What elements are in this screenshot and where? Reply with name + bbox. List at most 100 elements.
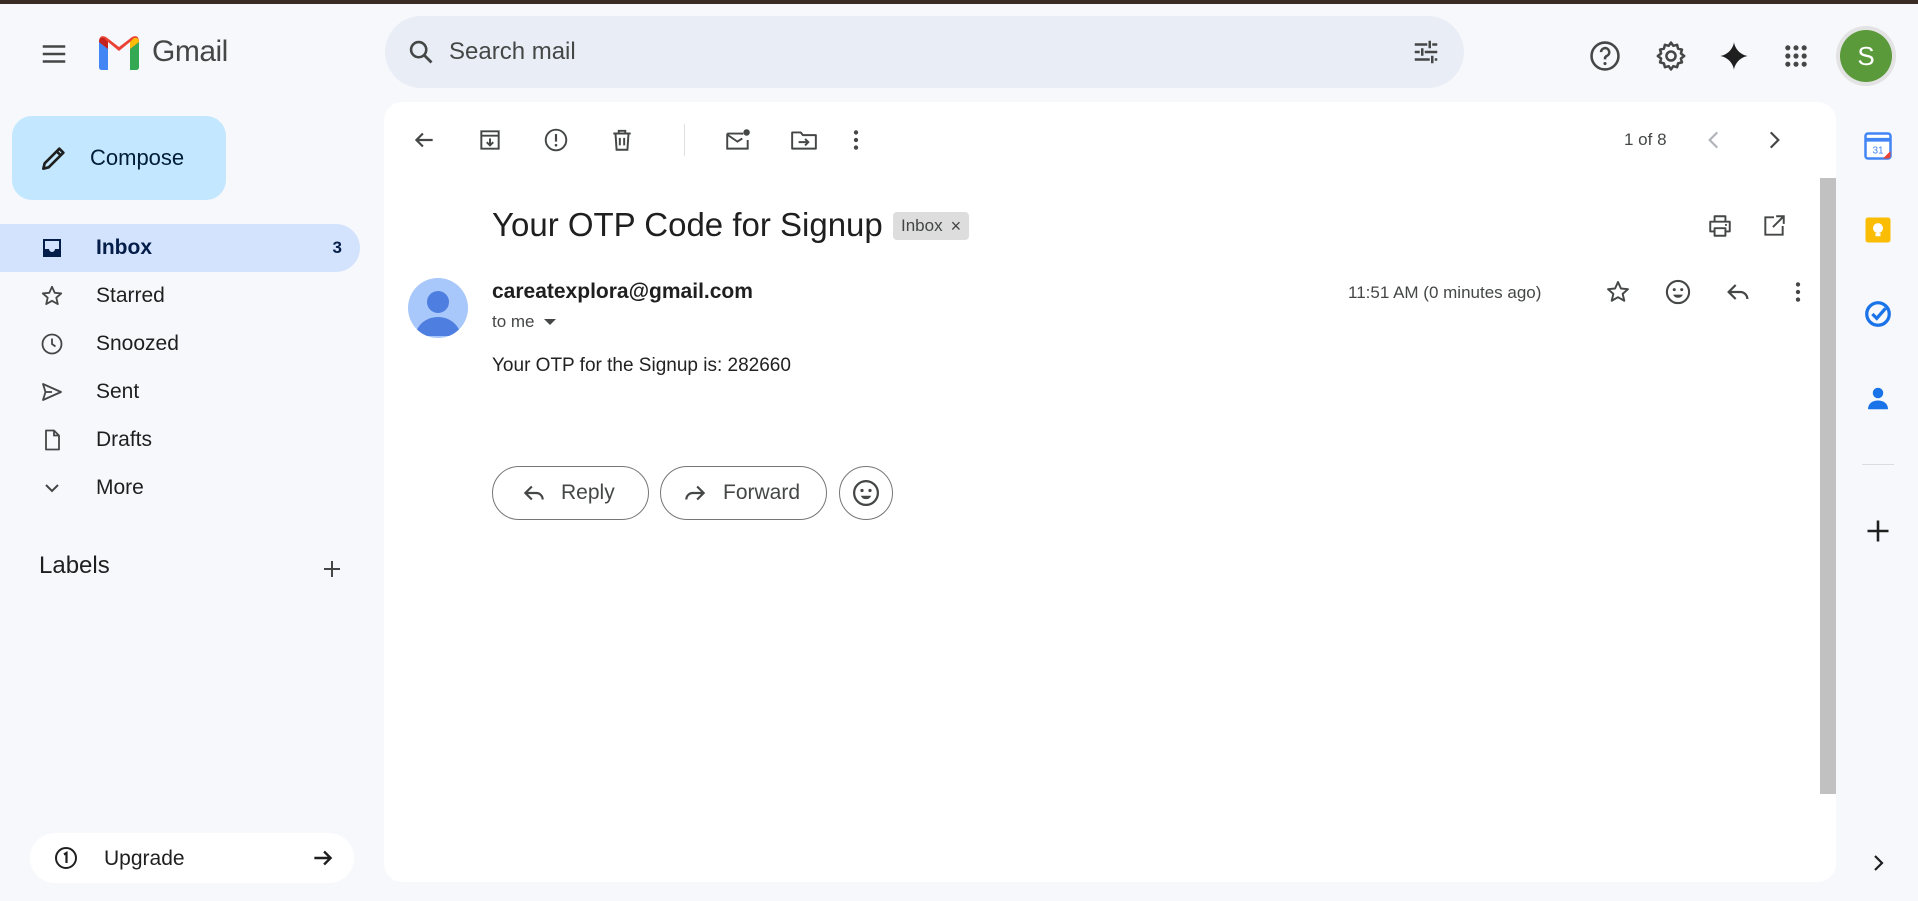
move-to-button[interactable] [780,116,828,164]
message-counter: 1 of 8 [1624,130,1667,149]
sidebar-item-drafts[interactable]: Drafts [0,416,360,464]
email-subject: Your OTP Code for Signup [492,206,883,243]
upgrade-label: Upgrade [104,847,185,870]
star-icon [1607,281,1629,302]
help-icon [1590,41,1620,71]
open-in-new-icon [1764,215,1785,236]
person-icon [415,291,461,336]
contacts-person-icon [1868,387,1888,410]
reply-label: Reply [561,481,615,504]
sparkle-icon [1720,42,1748,70]
sender-email[interactable]: careatexplora@gmail.com [492,280,753,304]
print-button[interactable] [1696,202,1744,250]
report-spam-button[interactable] [532,116,580,164]
svg-text:31: 31 [1872,146,1884,157]
upgrade-button[interactable]: Upgrade [30,833,354,883]
toolbar-divider [684,124,685,156]
account-avatar[interactable]: S [1840,30,1892,82]
plus-icon [324,561,340,577]
main-menu-button[interactable] [30,30,78,78]
hamburger-icon [42,45,66,63]
apps-grid-icon [1785,45,1807,67]
inbox-label-chip: Inbox × [893,212,970,240]
forward-label: Forward [723,481,801,504]
arrow-left-icon [414,132,433,148]
recipient-label: to me [492,312,535,331]
get-addons-button[interactable] [1854,507,1902,555]
support-button[interactable] [1581,32,1629,80]
calendar-app-button[interactable]: 31 [1854,122,1902,170]
delete-button[interactable] [598,116,646,164]
newer-button[interactable] [1690,116,1738,164]
emoji-reaction-button[interactable] [839,466,893,520]
more-actions-button[interactable] [832,116,880,164]
sender-avatar[interactable] [408,278,468,338]
pencil-icon [42,147,65,170]
sidebar-item-label: Inbox [96,236,152,259]
search-input[interactable] [449,16,1349,88]
label-chip-text: Inbox [901,216,943,235]
sidebar-item-starred[interactable]: Starred [0,272,360,320]
message-more-button[interactable] [1774,268,1822,316]
plus-icon [1867,520,1889,542]
filter-sliders-icon [1414,40,1438,64]
contacts-app-button[interactable] [1854,374,1902,422]
back-button[interactable] [400,116,448,164]
more-vertical-icon [1795,282,1801,302]
star-button[interactable] [1594,268,1642,316]
forward-button[interactable]: Forward [660,466,827,520]
add-reaction-button[interactable] [1654,268,1702,316]
open-new-window-button[interactable] [1750,202,1798,250]
sidebar-item-sent[interactable]: Sent [0,368,360,416]
google-apps-button[interactable] [1772,32,1820,80]
reply-icon [1727,284,1749,300]
reply-icon-button[interactable] [1714,268,1762,316]
print-icon [1709,215,1731,237]
compose-button[interactable]: Compose [12,116,226,200]
labels-heading: Labels [39,552,110,579]
sidebar-item-inbox[interactable]: Inbox 3 [0,224,360,272]
mark-unread-icon [726,129,750,150]
archive-icon [480,130,500,150]
clock-icon [41,333,63,355]
draft-icon [45,429,60,451]
keep-bulb-icon [1865,217,1891,243]
search-button[interactable] [397,28,445,76]
gemini-button[interactable] [1710,32,1758,80]
app-name: Gmail [152,35,228,68]
arrow-right-icon [314,850,333,866]
tasks-app-button[interactable] [1854,290,1902,338]
inbox-icon [43,239,61,257]
keep-app-button[interactable] [1854,206,1902,254]
mark-unread-button[interactable] [714,116,762,164]
sidebar-item-label: More [96,476,144,499]
recipient-details[interactable]: to me [492,312,557,332]
sidebar-item-more[interactable]: More [0,464,360,512]
archive-button[interactable] [466,116,514,164]
compose-label: Compose [90,145,185,170]
tasks-check-icon [1865,301,1891,327]
unread-count: 3 [332,238,342,257]
send-icon [42,383,62,401]
sidebar-item-label: Drafts [96,428,153,451]
message-view: 1 of 8 Your OTP Code for Signup Inbox × … [384,102,1836,882]
create-label-button[interactable] [308,545,356,593]
reply-button[interactable]: Reply [492,466,649,520]
sidebar-item-snoozed[interactable]: Snoozed [0,320,360,368]
trash-icon [613,129,631,151]
chevron-down-icon [45,484,59,493]
older-button[interactable] [1750,116,1798,164]
scrollbar[interactable] [1820,178,1836,794]
emoji-icon [853,480,879,506]
gmail-logo[interactable]: Gmail [96,34,228,70]
settings-button[interactable] [1647,32,1695,80]
caret-down-icon [543,319,556,325]
remove-label-icon[interactable]: × [951,216,962,237]
chevron-left-icon [1708,131,1719,149]
sidebar-item-label: Sent [96,380,140,403]
show-side-panel-button[interactable] [1854,839,1902,887]
search-options-button[interactable] [1402,28,1450,76]
calendar-icon: 31 [1864,132,1892,160]
gear-icon [1656,41,1686,71]
search-bar[interactable] [385,16,1464,88]
